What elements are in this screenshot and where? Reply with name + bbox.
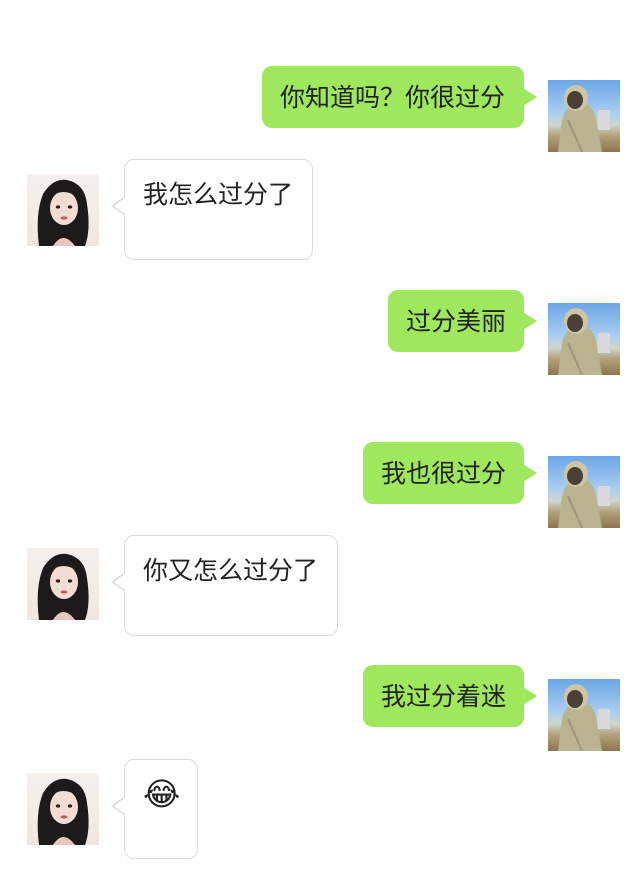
my-avatar[interactable] xyxy=(548,679,620,751)
message-text: 我过分着迷 xyxy=(381,681,507,711)
message-bubble-received[interactable]: 😂 xyxy=(111,759,198,859)
message-bubble-received[interactable]: 你又怎么过分了 xyxy=(111,535,338,636)
boy-hoodie-avatar-icon xyxy=(558,684,610,751)
girl-avatar-icon xyxy=(37,179,89,246)
message-text: 我怎么过分了 xyxy=(143,180,294,209)
girl-avatar-icon xyxy=(37,778,89,845)
message-bubble-received[interactable]: 我怎么过分了 xyxy=(111,159,313,260)
boy-hoodie-avatar-icon xyxy=(558,308,610,375)
girl-avatar-icon xyxy=(37,553,89,620)
message-text: 我也很过分 xyxy=(381,458,507,488)
message-bubble-sent[interactable]: 我也很过分 xyxy=(363,442,524,504)
contact-avatar[interactable] xyxy=(27,548,99,620)
boy-hoodie-avatar-icon xyxy=(558,461,610,528)
message-text: 你又怎么过分了 xyxy=(143,556,319,585)
my-avatar[interactable] xyxy=(548,80,620,152)
contact-avatar[interactable] xyxy=(27,773,99,845)
message-bubble-sent[interactable]: 你知道吗？你很过分 xyxy=(262,66,524,128)
message-bubble-sent[interactable]: 我过分着迷 xyxy=(363,665,524,727)
contact-avatar[interactable] xyxy=(27,174,99,246)
message-text: 过分美丽 xyxy=(406,306,507,336)
my-avatar[interactable] xyxy=(548,456,620,528)
message-text: 你知道吗？你很过分 xyxy=(280,82,506,112)
message-bubble-sent[interactable]: 过分美丽 xyxy=(388,290,524,352)
laughing-tears-emoji-icon: 😂 xyxy=(143,775,181,813)
my-avatar[interactable] xyxy=(548,303,620,375)
boy-hoodie-avatar-icon xyxy=(558,85,610,152)
